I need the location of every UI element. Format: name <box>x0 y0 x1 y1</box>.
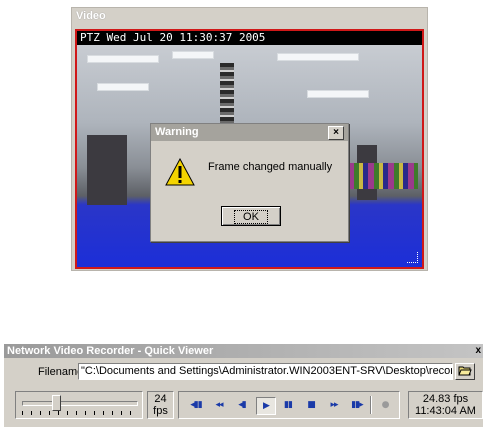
ok-button[interactable]: OK <box>221 206 281 226</box>
dialog-title: Warning <box>155 126 199 138</box>
viewer-close-button[interactable]: x <box>475 345 481 357</box>
fps-unit: fps <box>153 405 168 417</box>
ceiling-light <box>307 90 369 98</box>
warning-dialog: Warning × Frame changed manually OK <box>150 123 349 242</box>
warning-icon <box>165 158 195 186</box>
video-osd-text: PTZ Wed Jul 20 11:30:37 2005 <box>77 31 422 45</box>
cubicle <box>87 135 127 205</box>
ceiling-light <box>87 55 159 63</box>
dialog-titlebar[interactable]: Warning × <box>151 124 348 141</box>
slider-track <box>22 401 138 406</box>
dialog-close-button[interactable]: × <box>328 126 344 140</box>
stop-button[interactable]: ■ <box>302 397 320 413</box>
video-artifact <box>348 163 418 189</box>
record-button[interactable]: ● <box>376 397 394 413</box>
control-separator <box>370 396 372 414</box>
playback-status: 24.83 fps 11:43:04 AM <box>408 391 483 419</box>
quick-viewer-window: Network Video Recorder - Quick Viewer x … <box>4 344 483 427</box>
rewind-button[interactable]: ◂◂ <box>210 397 228 413</box>
video-panel-title: Video <box>76 10 106 22</box>
slider-ticks <box>22 411 138 415</box>
skip-start-button[interactable]: ◂▮▮ <box>187 397 205 413</box>
slider-thumb[interactable] <box>51 395 61 411</box>
browse-button[interactable] <box>455 363 475 380</box>
speed-slider[interactable] <box>15 391 143 419</box>
ceiling-light <box>172 51 214 59</box>
resize-corner-icon <box>407 252 418 263</box>
playback-controls: ◂▮▮ ◂◂ ◂▮ ▶ ▮▮ ■ ▸▸ ▮▮▸ ● <box>178 391 400 419</box>
folder-open-icon <box>458 366 472 376</box>
fps-readout: 24 fps <box>147 391 174 419</box>
pause-button[interactable]: ▮▮ <box>279 397 297 413</box>
dialog-message: Frame changed manually <box>208 161 333 173</box>
viewer-titlebar[interactable]: Network Video Recorder - Quick Viewer x <box>4 344 483 358</box>
ok-button-label: OK <box>234 210 268 224</box>
ceiling-light <box>97 83 149 91</box>
playback-time: 11:43:04 AM <box>415 405 476 417</box>
viewer-title: Network Video Recorder - Quick Viewer <box>7 345 214 357</box>
skip-end-button[interactable]: ▮▮▸ <box>348 397 366 413</box>
fast-forward-button[interactable]: ▸▸ <box>325 397 343 413</box>
step-back-button[interactable]: ◂▮ <box>233 397 251 413</box>
fps-value: 24 <box>154 393 167 405</box>
ceiling-light <box>277 53 359 61</box>
playback-fps: 24.83 fps <box>422 393 469 405</box>
play-button[interactable]: ▶ <box>256 397 276 415</box>
filename-input[interactable]: "C:\Documents and Settings\Administrator… <box>78 363 453 380</box>
